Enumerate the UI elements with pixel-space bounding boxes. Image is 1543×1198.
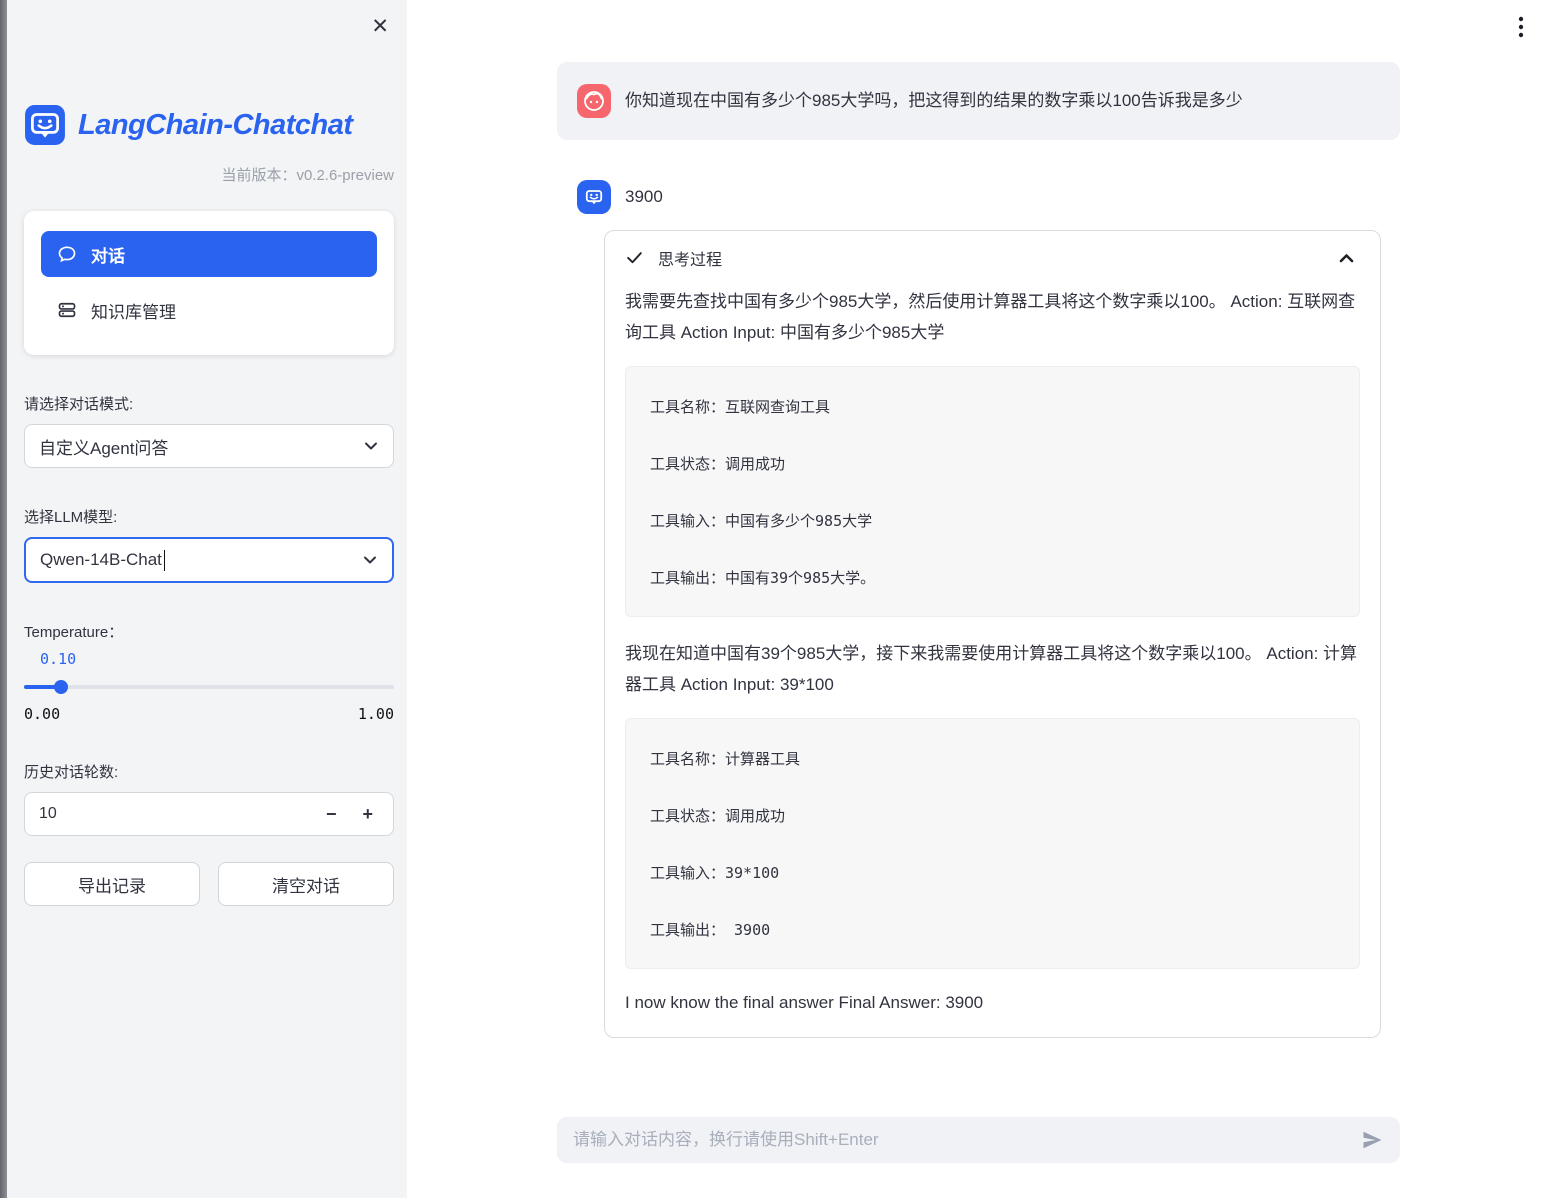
sidebar-item-label: 知识库管理 [91, 298, 176, 323]
tool-call-box-1: 工具名称：互联网查询工具 工具状态：调用成功 工具输入：中国有多少个985大学 … [625, 366, 1360, 617]
text-cursor [164, 550, 166, 571]
send-icon [1360, 1128, 1384, 1152]
history-rounds-input[interactable]: 10 − + [24, 792, 394, 836]
slider-track [24, 685, 394, 689]
thought-paragraph-1: 我需要先查找中国有多少个985大学，然后使用计算器工具将这个数字乘以100。 A… [625, 287, 1360, 349]
tool-output-row: 工具输出： 3900 [650, 919, 1335, 940]
chevron-down-icon [363, 438, 379, 454]
tool-status-row: 工具状态：调用成功 [650, 805, 1335, 826]
dialogue-mode-value: 自定义Agent问答 [39, 434, 168, 459]
window-edge [0, 0, 7, 1198]
tool-name-row: 工具名称：计算器工具 [650, 748, 1335, 769]
chat-input-bar [557, 1117, 1400, 1163]
assistant-message-row: 3900 [557, 180, 1400, 214]
llm-model-label: 选择LLM模型: [24, 506, 394, 527]
assistant-avatar [577, 180, 611, 214]
history-rounds-value: 10 [39, 805, 57, 823]
chevron-up-icon[interactable] [1339, 253, 1354, 263]
user-message-text: 你知道现在中国有多少个985大学吗，把这得到的结果的数字乘以100告诉我是多少 [625, 87, 1243, 114]
tool-input-row: 工具输入：中国有多少个985大学 [650, 510, 1335, 531]
tool-status-row: 工具状态：调用成功 [650, 453, 1335, 474]
tool-output-row: 工具输出：中国有39个985大学。 [650, 567, 1335, 588]
user-avatar [577, 84, 611, 118]
sidebar-item-knowledge-base[interactable]: 知识库管理 [41, 287, 377, 333]
history-rounds-label: 历史对话轮数: [24, 761, 394, 782]
nav-card: 对话 知识库管理 [24, 211, 394, 355]
version-label: 当前版本： [221, 167, 296, 184]
temperature-value: 0.10 [40, 650, 394, 668]
send-button[interactable] [1360, 1128, 1384, 1152]
export-records-button[interactable]: 导出记录 [24, 862, 200, 906]
temperature-slider[interactable] [24, 680, 394, 694]
decrement-button[interactable]: − [326, 805, 337, 823]
tool-call-box-2: 工具名称：计算器工具 工具状态：调用成功 工具输入：39*100 工具输出： 3… [625, 718, 1360, 969]
dialogue-mode-label: 请选择对话模式: [24, 393, 394, 414]
dialogue-mode-select[interactable]: 自定义Agent问答 [24, 424, 394, 468]
chat-content: 你知道现在中国有多少个985大学吗，把这得到的结果的数字乘以100告诉我是多少 … [557, 0, 1400, 1163]
menu-kebab-icon[interactable] [1510, 14, 1532, 40]
sidebar-item-label: 对话 [91, 242, 125, 267]
chatchat-logo-icon [24, 104, 66, 146]
database-stack-icon [57, 300, 77, 320]
version-text: 当前版本：v0.2.6-preview [24, 164, 394, 185]
tool-name-row: 工具名称：互联网查询工具 [650, 396, 1335, 417]
main-area: 你知道现在中国有多少个985大学吗，把这得到的结果的数字乘以100告诉我是多少 … [407, 0, 1543, 1198]
tool-input-row: 工具输入：39*100 [650, 862, 1335, 883]
thought-expander-header[interactable]: 思考过程 [625, 231, 1360, 284]
final-answer-text: I now know the final answer Final Answer… [625, 993, 1360, 1013]
chat-input[interactable] [573, 1130, 1350, 1150]
clear-dialogue-button[interactable]: 清空对话 [218, 862, 394, 906]
app-title: LangChain-Chatchat [78, 109, 353, 142]
thought-expander: 思考过程 我需要先查找中国有多少个985大学，然后使用计算器工具将这个数字乘以1… [604, 230, 1381, 1038]
chevron-down-icon [362, 552, 378, 568]
slider-max-label: 1.00 [358, 705, 394, 723]
slider-min-label: 0.00 [24, 705, 60, 723]
thought-paragraph-2: 我现在知道中国有39个985大学，接下来我需要使用计算器工具将这个数字乘以100… [625, 639, 1360, 701]
llm-model-select[interactable]: Qwen-14B-Chat [24, 537, 394, 583]
check-icon [625, 248, 644, 267]
llm-model-value: Qwen-14B-Chat [40, 550, 162, 570]
chatchat-bot-icon [582, 185, 606, 209]
app-logo: LangChain-Chatchat [24, 104, 394, 146]
thought-expander-title: 思考过程 [658, 246, 722, 270]
temperature-label: Temperature： [24, 621, 394, 642]
user-message-row: 你知道现在中国有多少个985大学吗，把这得到的结果的数字乘以100告诉我是多少 [557, 62, 1400, 140]
slider-thumb[interactable] [54, 680, 68, 694]
sidebar-close-icon[interactable]: ✕ [371, 16, 389, 37]
version-value: v0.2.6-preview [296, 167, 394, 184]
user-face-icon [582, 89, 606, 113]
sidebar: ✕ LangChain-Chatchat 当前版本：v0.2.6-preview… [7, 0, 407, 1198]
increment-button[interactable]: + [362, 805, 373, 823]
sidebar-item-dialogue[interactable]: 对话 [41, 231, 377, 277]
assistant-answer-text: 3900 [625, 183, 663, 210]
chat-bubble-icon [57, 244, 77, 264]
